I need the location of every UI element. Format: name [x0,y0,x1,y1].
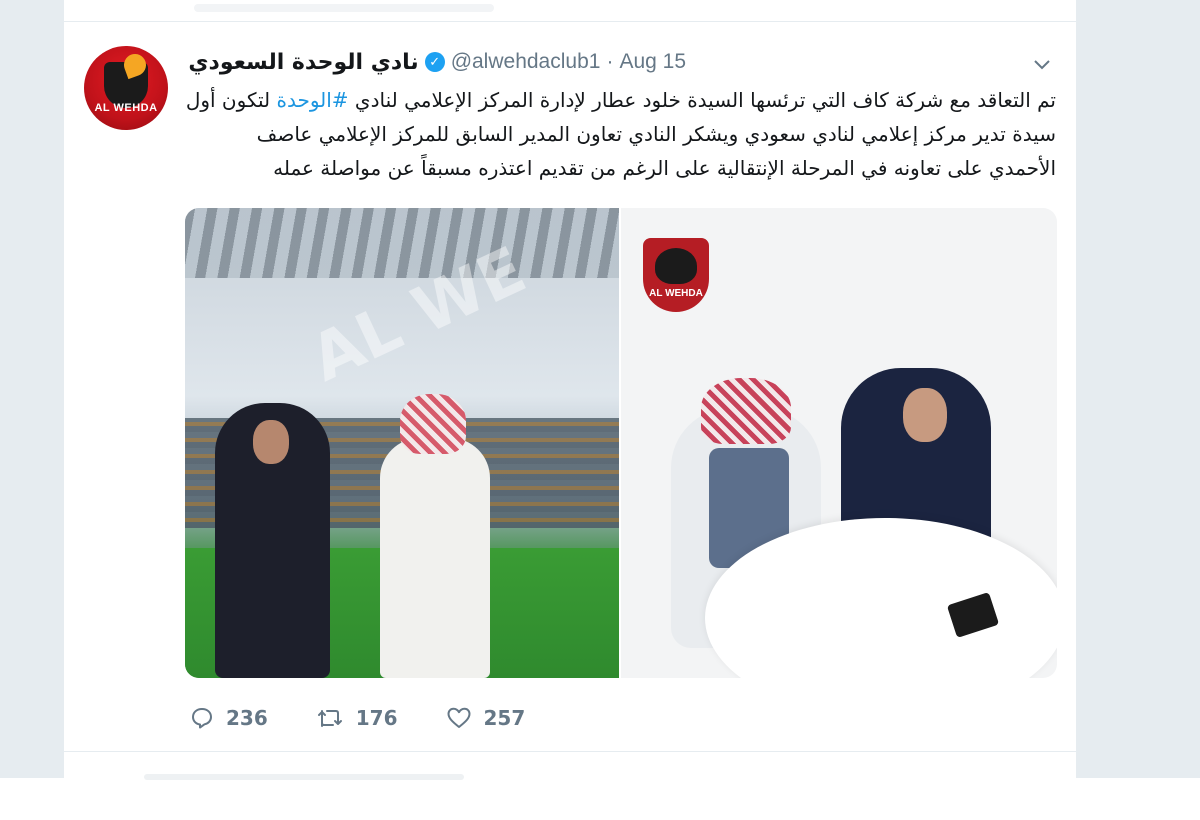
horse-icon [655,248,697,284]
previous-tweet-ghost [194,4,494,12]
previous-tweet-edge [64,0,1076,22]
header-separator: · [606,50,614,73]
tweet-header: نادي الوحدة السعودي ✓ @alwehdaclub1 · Au… [188,47,686,77]
avatar[interactable]: AL WEHDA [84,46,168,130]
man-headscarf [400,394,466,454]
tweet-date[interactable]: Aug 15 [619,50,686,74]
reply-count: 236 [226,706,268,730]
tweet-text: تم التعاقد مع شركة كاف التي ترئسها السيد… [184,83,1056,185]
retweet-count: 176 [355,706,398,730]
page-background-right [1076,0,1200,778]
user-handle[interactable]: @alwehdaclub1 [451,50,601,74]
chevron-down-icon[interactable] [1032,55,1052,75]
retweet-button[interactable]: 176 [316,706,398,730]
reply-icon [192,708,212,729]
hashtag-link[interactable]: #الوحدة [276,88,348,112]
man-figure [380,438,490,678]
next-tweet-ghost [144,774,464,780]
avatar-wordmark: AL WEHDA [94,102,158,114]
tweet-actions: 236 176 257 [190,703,573,733]
retweet-icon [317,710,342,727]
stadium-roof [185,208,619,278]
screen: AL WEHDA نادي الوحدة السعودي ✓ @alwehdac… [0,0,1200,820]
page-background-left [0,0,64,778]
reply-button[interactable]: 236 [190,706,268,730]
verified-badge-icon: ✓ [424,52,445,72]
display-name[interactable]: نادي الوحدة السعودي [188,50,418,75]
heart-icon [447,707,470,728]
tweet-text-part-1: تم التعاقد مع شركة كاف التي ترئسها السيد… [348,88,1056,112]
like-count: 257 [483,706,526,730]
timeline: AL WEHDA نادي الوحدة السعودي ✓ @alwehdac… [64,0,1076,780]
photo-signing[interactable]: AL WEHDA [621,208,1057,678]
tweet-media[interactable]: AL WE AL WEHDA [185,208,1057,678]
tweet[interactable]: AL WEHDA نادي الوحدة السعودي ✓ @alwehdac… [64,23,1076,750]
man-headscarf-signing [701,378,791,444]
club-logo-icon: AL WEHDA [643,238,709,312]
next-tweet-edge [64,751,1076,780]
photo-stadium[interactable]: AL WE [185,208,619,678]
woman-face [253,420,289,464]
woman-face-signing [903,388,947,442]
club-logo-text: AL WEHDA [649,288,703,299]
like-button[interactable]: 257 [446,706,526,730]
